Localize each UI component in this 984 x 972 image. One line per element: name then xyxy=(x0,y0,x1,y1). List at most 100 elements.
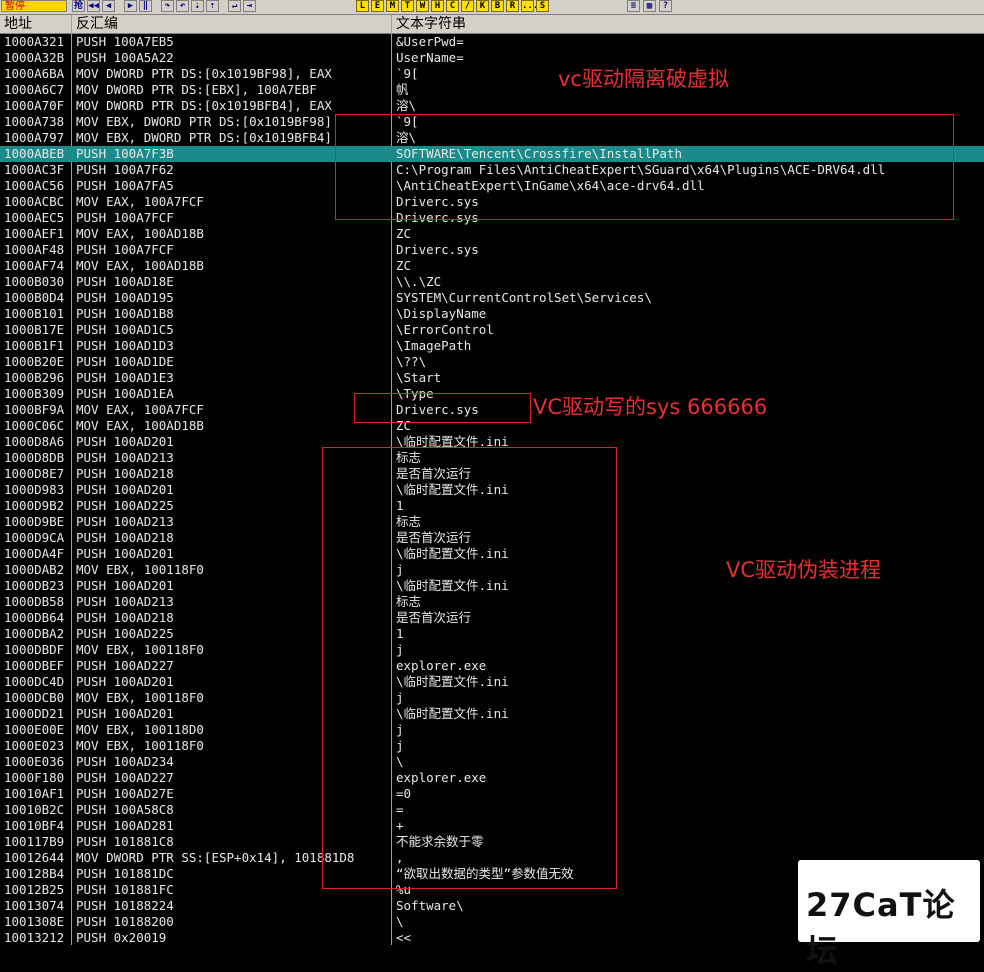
toolbar-letter-button[interactable]: L xyxy=(356,0,369,12)
row-disasm: MOV EAX, 100A7FCF xyxy=(76,402,204,417)
column-disasm[interactable]: 反汇编 xyxy=(72,15,392,33)
toolbar-letter-button[interactable]: M xyxy=(386,0,399,12)
row-text: 是否首次运行 xyxy=(396,610,472,625)
table-row[interactable]: 1000DD21 PUSH 100AD201 \临时配置文件.ini xyxy=(0,706,984,722)
row-text: 溶\ xyxy=(396,98,417,113)
help-icon[interactable]: ? xyxy=(659,0,672,12)
row-text: \ErrorControl xyxy=(396,322,494,337)
toolbar-button[interactable]: ↷ xyxy=(161,0,174,12)
table-row[interactable]: 1000D983 PUSH 100AD201 \临时配置文件.ini xyxy=(0,482,984,498)
table-row[interactable]: 1000AC56 PUSH 100A7FA5 \AntiCheatExpert\In… xyxy=(0,178,984,194)
list-icon[interactable]: ≡ xyxy=(627,0,640,12)
table-row[interactable]: 1000E036 PUSH 100AD234 \ xyxy=(0,754,984,770)
toolbar-letter-button[interactable]: E xyxy=(371,0,384,12)
toolbar-letter-button[interactable]: K xyxy=(476,0,489,12)
table-row[interactable]: 1000D8A6 PUSH 100AD201 \临时配置文件.ini xyxy=(0,434,984,450)
table-row[interactable]: 1000DC4D PUSH 100AD201 \临时配置文件.ini xyxy=(0,674,984,690)
toolbar-button[interactable]: ⇣ xyxy=(191,0,204,12)
row-disasm: PUSH 100AD225 xyxy=(76,498,174,513)
row-disasm: PUSH 100AD213 xyxy=(76,450,174,465)
table-row[interactable]: 1000DBDF MOV EBX, 100118F0 j xyxy=(0,642,984,658)
color-icon[interactable]: ▦ xyxy=(643,0,656,12)
row-address: 1000F180 xyxy=(4,770,65,785)
table-row[interactable]: 1000DBA2 PUSH 100AD225 1 xyxy=(0,626,984,642)
string-list: 1000A321 PUSH 100A7EB5 &UserPwd= 1000A32B PU… xyxy=(0,34,984,945)
toolbar-letter-button[interactable]: S xyxy=(536,0,549,12)
toolbar-letter-button[interactable]: T xyxy=(401,0,414,12)
table-row[interactable]: 1000AEF1 MOV EAX, 100AD18B ZC xyxy=(0,226,984,242)
row-disasm: PUSH 100AD18E xyxy=(76,274,174,289)
table-row[interactable]: 1000DB64 PUSH 100AD218 是否首次运行 xyxy=(0,610,984,626)
table-row[interactable]: 1000A797 MOV EBX, DWORD PTR DS:[0x1019BFB… xyxy=(0,130,984,146)
toolbar-button[interactable]: ↵ xyxy=(228,0,241,12)
toolbar-letter-button[interactable]: C xyxy=(446,0,459,12)
column-text[interactable]: 文本字符串 xyxy=(392,15,984,33)
toolbar-button[interactable]: ◀◀ xyxy=(87,0,100,12)
table-row[interactable]: 1000B20E PUSH 100AD1DE \??\ xyxy=(0,354,984,370)
watermark-text: 27CaT论坛 xyxy=(806,886,956,970)
table-row[interactable]: 1000D9B2 PUSH 100AD225 1 xyxy=(0,498,984,514)
table-row[interactable]: 10010BF4 PUSH 100AD281 + xyxy=(0,818,984,834)
table-row[interactable]: 1000E00E MOV EBX, 100118D0 j xyxy=(0,722,984,738)
row-text: SOFTWARE\Tencent\Crossfire\InstallPath xyxy=(396,146,682,161)
row-address: 1000DB64 xyxy=(4,610,65,625)
table-row[interactable]: 1000D9BE PUSH 100AD213 标志 xyxy=(0,514,984,530)
table-row[interactable]: 1000B1F1 PUSH 100AD1D3 \ImagePath xyxy=(0,338,984,354)
table-row[interactable]: 100117B9 PUSH 101881C8 不能求余数于零 xyxy=(0,834,984,850)
table-row[interactable]: 1000E023 MOV EBX, 100118F0 j xyxy=(0,738,984,754)
table-row[interactable]: 1000A738 MOV EBX, DWORD PTR DS:[0x1019BF9… xyxy=(0,114,984,130)
table-row[interactable]: 1000B030 PUSH 100AD18E \\.\ZC xyxy=(0,274,984,290)
table-row[interactable]: 1000ABEB PUSH 100A7F3B SOFTWARE\Tencent\Cr… xyxy=(0,146,984,162)
row-address: 1000B309 xyxy=(4,386,65,401)
toolbar-button[interactable]: ↶ xyxy=(176,0,189,12)
table-row[interactable]: 1000B101 PUSH 100AD1B8 \DisplayName xyxy=(0,306,984,322)
table-row[interactable]: 10010B2C PUSH 100A58C8 = xyxy=(0,802,984,818)
table-row[interactable]: 1000A321 PUSH 100A7EB5 &UserPwd= xyxy=(0,34,984,50)
toolbar-button[interactable]: 抢 xyxy=(72,0,85,12)
row-text: 溶\ xyxy=(396,130,417,145)
table-row[interactable]: 1000DB58 PUSH 100AD213 标志 xyxy=(0,594,984,610)
column-address[interactable]: 地址 xyxy=(0,15,72,33)
table-row[interactable]: 1000AC3F PUSH 100A7F62 C:\Program Files\An… xyxy=(0,162,984,178)
table-row[interactable]: 1000B296 PUSH 100AD1E3 \Start xyxy=(0,370,984,386)
toolbar-letter-button[interactable]: ... xyxy=(521,0,538,12)
table-row[interactable]: 1000AEC5 PUSH 100A7FCF Driverc.sys xyxy=(0,210,984,226)
table-row[interactable]: 1000C06C MOV EAX, 100AD18B ZC xyxy=(0,418,984,434)
toolbar-button[interactable]: ⇡ xyxy=(206,0,219,12)
table-row[interactable]: 1000DCB0 MOV EBX, 100118F0 j xyxy=(0,690,984,706)
toolbar-button[interactable]: ⇥ xyxy=(243,0,256,12)
toolbar-button[interactable]: ◀ xyxy=(102,0,115,12)
toolbar-letter-button[interactable]: / xyxy=(461,0,474,12)
toolbar-letter-button[interactable]: H xyxy=(431,0,444,12)
toolbar-letter-button[interactable]: R xyxy=(506,0,519,12)
table-row[interactable]: 1000F180 PUSH 100AD227 explorer.exe xyxy=(0,770,984,786)
row-address: 1000A32B xyxy=(4,50,65,65)
table-row[interactable]: 1000B0D4 PUSH 100AD195 SYSTEM\CurrentContr… xyxy=(0,290,984,306)
table-row[interactable]: 1000D9CA PUSH 100AD218 是否首次运行 xyxy=(0,530,984,546)
row-disasm: PUSH 100AD201 xyxy=(76,546,174,561)
table-row[interactable]: 10010AF1 PUSH 100AD27E =0 xyxy=(0,786,984,802)
row-disasm: PUSH 100A5A22 xyxy=(76,50,174,65)
row-disasm: PUSH 0x20019 xyxy=(76,930,167,945)
toolbar-letter-button[interactable]: B xyxy=(491,0,504,12)
table-row[interactable]: 1000D8E7 PUSH 100AD218 是否首次运行 xyxy=(0,466,984,482)
row-disasm: MOV EBX, 100118D0 xyxy=(76,722,204,737)
table-row[interactable]: 1000B309 PUSH 100AD1EA \Type xyxy=(0,386,984,402)
row-text: \ImagePath xyxy=(396,338,472,353)
table-row[interactable]: 1000DBEF PUSH 100AD227 explorer.exe xyxy=(0,658,984,674)
row-address: 1000A6C7 xyxy=(4,82,65,97)
table-row[interactable]: 1000A6C7 MOV DWORD PTR DS:[EBX], 100A7EBF… xyxy=(0,82,984,98)
table-row[interactable]: 1000A6BA MOV DWORD PTR DS:[0x1019BF98], E… xyxy=(0,66,984,82)
table-row[interactable]: 1000AF48 PUSH 100A7FCF Driverc.sys xyxy=(0,242,984,258)
toolbar-button[interactable]: ‖ xyxy=(139,0,152,12)
toolbar-letter-button[interactable]: W xyxy=(416,0,429,12)
table-row[interactable]: 1000A32B PUSH 100A5A22 UserName= xyxy=(0,50,984,66)
table-row[interactable]: 1000B17E PUSH 100AD1C5 \ErrorControl xyxy=(0,322,984,338)
table-row[interactable]: 1000A70F MOV DWORD PTR DS:[0x1019BFB4], E… xyxy=(0,98,984,114)
table-row[interactable]: 1000D8DB PUSH 100AD213 标志 xyxy=(0,450,984,466)
table-row[interactable]: 1000AF74 MOV EAX, 100AD18B ZC xyxy=(0,258,984,274)
table-row[interactable]: 1000BF9A MOV EAX, 100A7FCF Driverc.sys xyxy=(0,402,984,418)
row-address: 1000AF74 xyxy=(4,258,65,273)
toolbar-button[interactable]: ▶ xyxy=(124,0,137,12)
table-row[interactable]: 1000ACBC MOV EAX, 100A7FCF Driverc.sys xyxy=(0,194,984,210)
